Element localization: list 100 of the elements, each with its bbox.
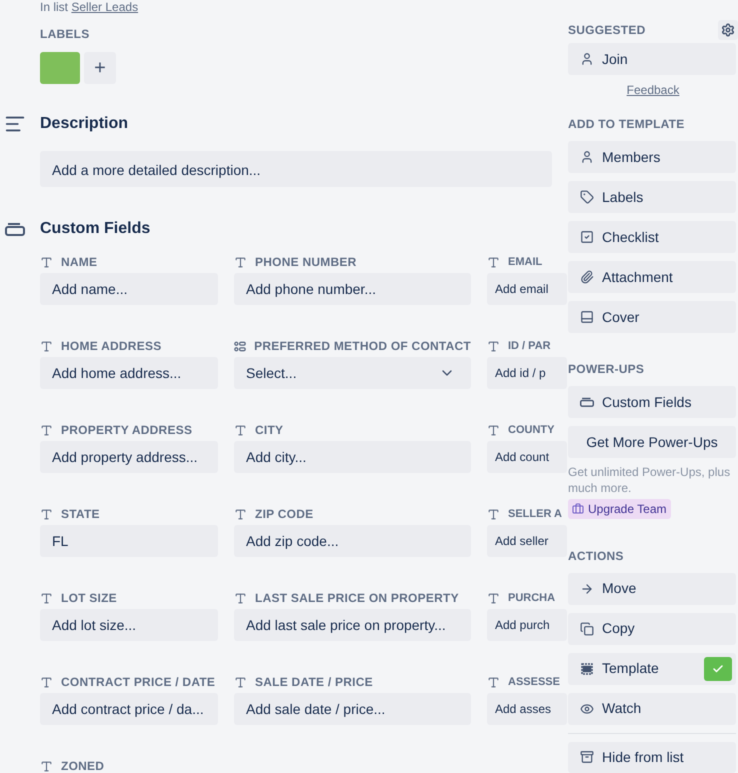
text-field-icon [234,676,247,688]
sidebar-button[interactable]: Move [568,572,736,605]
text-field[interactable]: Add sale date / price... [234,693,471,725]
eye-icon [580,702,594,716]
text-field-icon [40,340,53,352]
text-field-icon [487,676,500,688]
archive-icon [580,750,594,764]
text-field[interactable]: FL [40,525,218,557]
text-field-icon [487,592,500,604]
briefcase-icon [572,502,584,515]
field-label: CONTRACT PRICE / DATE [61,674,216,691]
text-field-icon [487,424,500,436]
text-field[interactable]: Add id / p [487,357,567,389]
field-label: STATE [61,506,100,523]
field-label: PHONE NUMBER [255,254,357,271]
field-label: LAST SALE PRICE ON PROPERTY [255,590,459,607]
text-field[interactable]: Add city... [234,441,471,473]
copy-icon [580,622,594,636]
check-icon [712,662,724,675]
join-button[interactable]: Join [568,43,736,75]
section-title: ADD TO TEMPLATE [568,117,684,131]
text-field[interactable]: Add last sale price on property... [234,609,471,641]
field-label: NAME [61,254,98,271]
upgrade-note: Get unlimited Power-Ups, plus much more. [568,464,732,496]
text-field[interactable]: Add phone number... [234,273,471,305]
text-field[interactable]: Add lot size... [40,609,218,641]
text-field-icon [40,592,53,604]
field-label: EMAIL [508,254,542,270]
text-field[interactable]: Add home address... [40,357,218,389]
text-field[interactable]: Add zip code... [234,525,471,557]
sidebar-button[interactable]: Template [568,652,736,685]
list-prefix: In list [40,0,68,14]
settings-button[interactable] [718,20,738,40]
sidebar-button[interactable]: Watch [568,692,736,725]
text-field-icon [487,340,500,352]
text-field-icon [487,508,500,520]
text-field-icon [40,424,53,436]
hide-button[interactable]: Hide from list [568,742,736,773]
text-field[interactable]: Add seller [487,525,567,557]
sidebar-button[interactable]: Copy [568,612,736,645]
field-label: ASSESSE [508,674,560,690]
text-field-icon [40,508,53,520]
list-link[interactable]: Seller Leads [71,0,138,14]
text-field[interactable]: Add purch [487,609,567,641]
text-field[interactable]: Add contract price / da... [40,693,218,725]
card-cover-icon [580,310,594,324]
select-field[interactable]: Select... [234,357,471,389]
person-icon [580,150,594,164]
sidebar-button[interactable]: Cover [568,301,736,333]
dropdown-field-icon [234,340,246,352]
upgrade-team-button[interactable]: Upgrade Team [568,499,670,519]
section-title: SUGGESTED [568,22,646,39]
field-label: ZIP CODE [255,506,314,523]
field-label: SALE DATE / PRICE [255,674,373,691]
feedback-link[interactable]: Feedback [626,81,680,99]
get-power-ups-button[interactable]: Get More Power-Ups [568,426,736,458]
text-field[interactable]: Add count [487,441,567,473]
section-title: LABELS [40,27,90,41]
paperclip-icon [580,270,594,284]
card-icon [580,397,594,407]
text-field[interactable]: Add property address... [40,441,218,473]
arrow-right-icon [580,582,594,596]
checkbox-icon [580,230,594,244]
sidebar-button[interactable]: Custom Fields [568,386,736,418]
text-field-icon [487,256,500,268]
field-label: ID / PAR [508,338,551,354]
sidebar-button[interactable]: Labels [568,181,736,213]
description-field[interactable]: Add a more detailed description... [40,151,552,187]
text-field-icon [234,256,247,268]
field-label: ZONED [61,758,104,773]
field-label: COUNTY [508,422,554,438]
text-field[interactable]: Add asses [487,693,567,725]
field-label: LOT SIZE [61,590,117,607]
text-field-icon [40,676,53,688]
text-field[interactable]: Add email [487,273,567,305]
sidebar-button[interactable]: Checklist [568,221,736,253]
field-label: PROPERTY ADDRESS [61,422,192,439]
field-label: HOME ADDRESS [61,338,162,355]
text-field-icon [40,760,53,772]
section-heading: Description [40,114,128,134]
field-label: CITY [255,422,284,439]
text-field-icon [234,508,247,520]
sidebar-button[interactable]: Members [568,141,736,173]
field-label: SELLER A [508,506,562,522]
person-icon [580,52,594,66]
text-field-icon [234,424,247,436]
text-field[interactable]: Add name... [40,273,218,305]
text-field-icon [234,592,247,604]
card-icon [5,222,25,236]
field-label: PREFERRED METHOD OF CONTACT [254,338,471,355]
section-title: POWER-UPS [568,362,644,376]
section-title: ACTIONS [568,548,624,563]
add-label-button[interactable]: + [84,52,116,84]
sidebar-button[interactable]: Attachment [568,261,736,293]
section-heading: Custom Fields [40,219,150,239]
template-icon [580,662,594,676]
field-label: PURCHA [508,590,556,606]
settings-icon [721,23,735,37]
text-field-icon [40,256,53,268]
tag-icon [580,190,594,204]
